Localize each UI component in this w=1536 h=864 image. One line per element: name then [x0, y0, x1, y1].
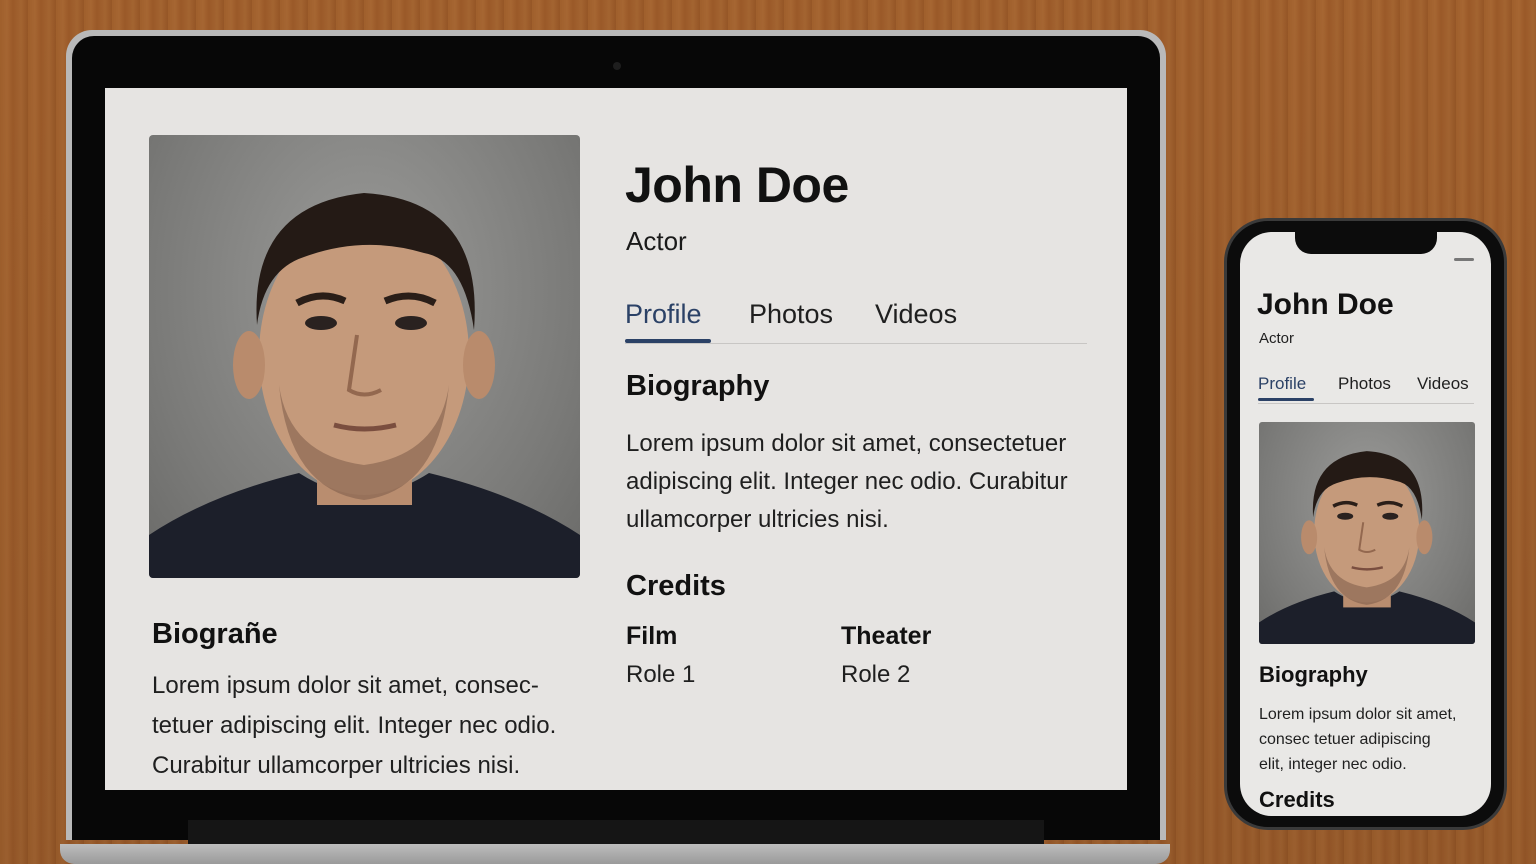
profile-photo [149, 135, 580, 578]
tab-photos[interactable]: Photos [749, 299, 833, 330]
credit-category: Theater [841, 622, 932, 650]
mobile-tab-photos[interactable]: Photos [1338, 374, 1391, 394]
profile-name: John Doe [625, 157, 849, 213]
laptop-base [60, 844, 1170, 864]
mobile-profile-role: Actor [1259, 330, 1295, 347]
credit-role: Role 1 [626, 661, 696, 688]
portrait-icon [149, 193, 580, 578]
biography-heading: Biography [626, 370, 770, 402]
credit-role: Role 2 [841, 661, 911, 688]
phone-screen: John Doe Actor Profile Photos Videos Bio… [1240, 232, 1491, 816]
secondary-biography-heading: Biograñe [152, 618, 278, 650]
text-line: tetuer adipiscing elit. Integer nec odio… [152, 712, 557, 739]
text-line: Lorem ipsum dolor sit amet, [1259, 706, 1457, 723]
webcam-icon [613, 62, 621, 70]
portrait-icon [1259, 451, 1475, 644]
tab-videos[interactable]: Videos [875, 299, 957, 330]
text-line: consec tetuer adipiscing [1259, 731, 1431, 748]
phone-notch [1295, 232, 1437, 254]
biography-text: Lorem ipsum dolor sit amet, consectetuer… [626, 430, 1068, 533]
mobile-credits-heading: Credits [1259, 787, 1335, 812]
mobile-active-tab-indicator [1258, 398, 1314, 401]
active-tab-indicator [625, 339, 711, 343]
secondary-biography-text: Lorem ipsum dolor sit amet, consec- tetu… [152, 666, 592, 786]
text-line: Curabitur ullamcorper ultricies nisi. [152, 752, 521, 779]
profile-tabs: Profile Photos Videos [625, 294, 1087, 344]
credits-theater-column: Theater Role 2 [841, 622, 931, 689]
tab-profile[interactable]: Profile [625, 299, 702, 330]
laptop-screen: John Doe Actor Profile Photos Videos Bio… [105, 88, 1127, 790]
credits-film-column: Film Role 1 [626, 622, 695, 689]
mobile-tab-profile[interactable]: Profile [1258, 374, 1306, 394]
mobile-biography-text: Lorem ipsum dolor sit amet, consec tetue… [1259, 702, 1484, 777]
mobile-profile-tabs: Profile Photos Videos [1258, 372, 1474, 404]
status-bar-icon [1454, 258, 1474, 261]
mobile-biography-heading: Biography [1259, 662, 1368, 687]
mobile-profile-name: John Doe [1257, 288, 1394, 321]
text-line: Lorem ipsum dolor sit amet, consec- [152, 672, 539, 699]
mobile-profile-photo [1259, 422, 1475, 644]
profile-role: Actor [626, 226, 687, 256]
credits-heading: Credits [626, 570, 726, 602]
text-line: elit, integer nec odio. [1259, 756, 1407, 773]
mobile-tab-videos[interactable]: Videos [1417, 374, 1469, 394]
credit-category: Film [626, 622, 678, 650]
